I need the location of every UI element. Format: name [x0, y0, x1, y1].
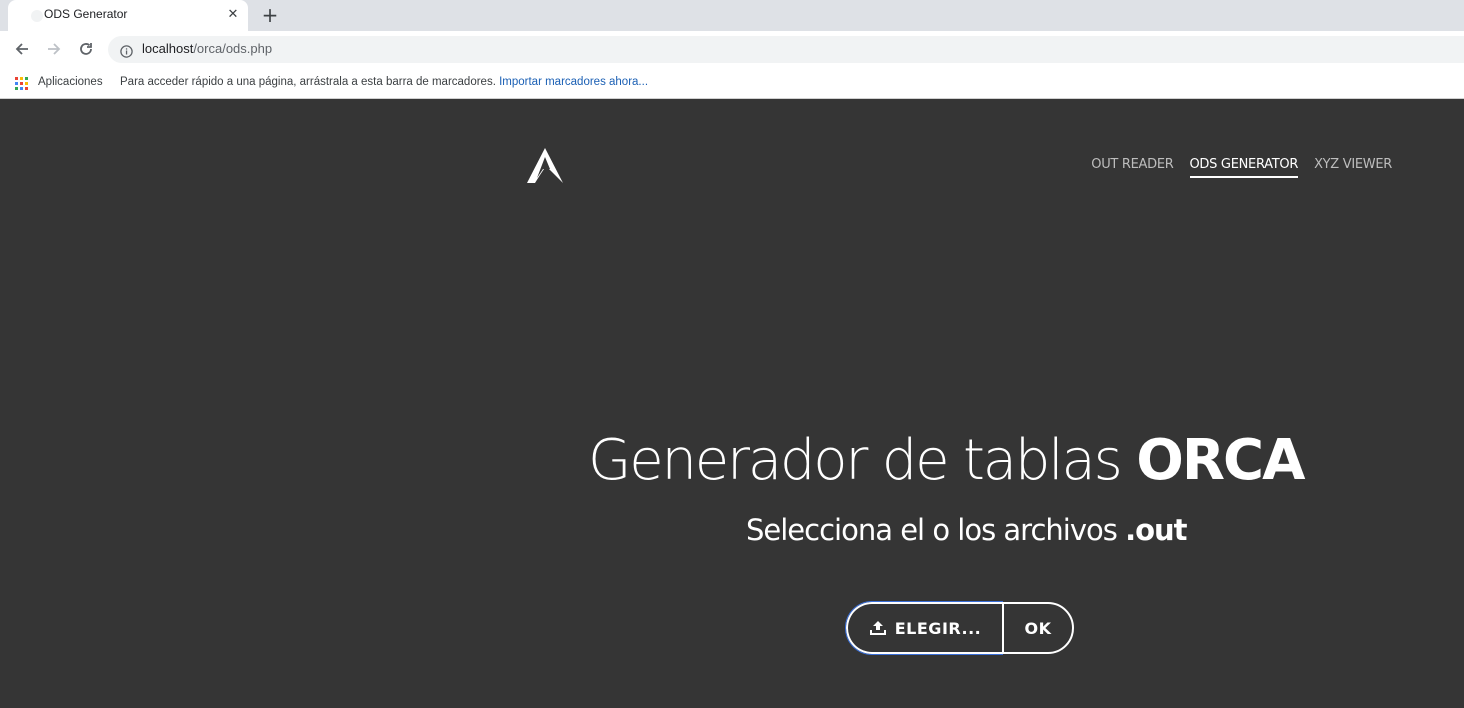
page-title-light: Generador de tablas [588, 428, 1123, 493]
nav-ods-generator[interactable]: ODS GENERATOR [1189, 157, 1298, 178]
apps-grid-icon[interactable] [15, 76, 29, 90]
page-subtitle-bold: .out [1125, 513, 1187, 547]
page-title: Generador de tablas ORCA [588, 428, 1305, 493]
site-info-icon[interactable] [120, 43, 133, 58]
forward-button[interactable] [40, 35, 68, 63]
url-host: localhost [142, 41, 194, 56]
back-arrow-icon [15, 43, 28, 55]
ok-button-label: OK [1024, 618, 1052, 638]
orca-logo-icon[interactable] [527, 148, 563, 184]
page-title-bold: ORCA [1136, 428, 1305, 493]
choose-file-button[interactable]: ELEGIR... [845, 601, 1003, 655]
reload-button[interactable] [72, 35, 100, 63]
nav-out-reader[interactable]: OUT READER [1091, 157, 1174, 178]
new-tab-button[interactable]: + [258, 4, 282, 28]
browser-toolbar: localhost/orca/ods.php [0, 31, 1464, 68]
back-button[interactable] [8, 35, 36, 63]
choose-file-label: ELEGIR... [894, 618, 982, 638]
upload-icon [869, 621, 886, 635]
file-action-group: ELEGIR... OK [845, 601, 1074, 655]
ok-button[interactable]: OK [1002, 602, 1074, 654]
browser-tab[interactable]: ODS Generator ✕ [8, 0, 248, 31]
site-nav: OUT READER ODS GENERATOR XYZ VIEWER [1091, 157, 1392, 178]
forward-arrow-icon [48, 43, 61, 55]
reload-icon [80, 43, 92, 55]
page-subtitle-light: Selecciona el o los archivos [746, 513, 1118, 547]
tab-close-icon[interactable]: ✕ [224, 6, 242, 24]
browser-tabstrip: ODS Generator ✕ + [0, 0, 1464, 31]
apps-shortcut-label[interactable]: Aplicaciones [38, 76, 103, 88]
tab-title: ODS Generator [44, 7, 128, 21]
import-bookmarks-link[interactable]: Importar marcadores ahora... [499, 76, 648, 88]
bookmarks-hint-text: Para acceder rápido a una página, arrást… [120, 76, 496, 88]
bookmarks-bar: Aplicaciones Para acceder rápido a una p… [0, 68, 1464, 99]
page-favicon-icon [30, 8, 44, 22]
nav-xyz-viewer[interactable]: XYZ VIEWER [1314, 157, 1392, 178]
url-text: localhost/orca/ods.php [142, 41, 272, 56]
page-content: OUT READER ODS GENERATOR XYZ VIEWER Gene… [0, 100, 1464, 708]
url-path: /orca/ods.php [193, 41, 273, 56]
bookmarks-hint: Para acceder rápido a una página, arrást… [120, 76, 648, 88]
address-bar[interactable]: localhost/orca/ods.php [108, 36, 1464, 63]
page-subtitle: Selecciona el o los archivos .out [746, 513, 1188, 547]
